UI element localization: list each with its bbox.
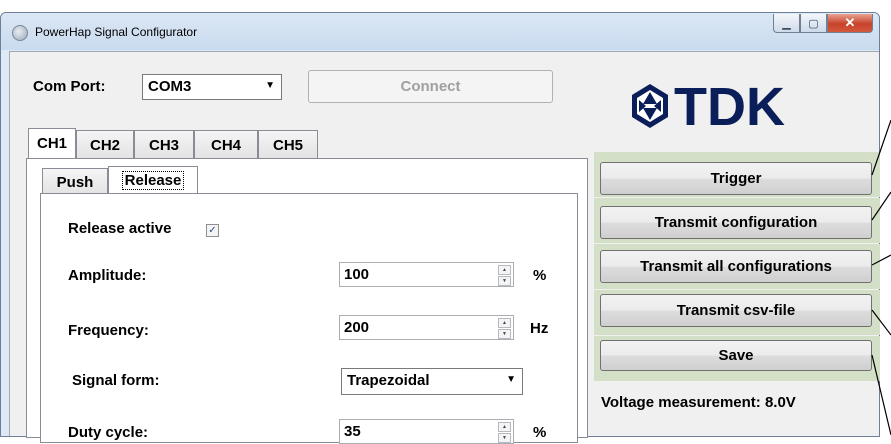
frequency-stepper[interactable]: ▲ ▼ <box>498 318 511 339</box>
connect-button[interactable]: Connect <box>308 70 553 103</box>
signal-form-label: Signal form: <box>72 372 160 389</box>
channel-tab-strip: CH1 CH2 CH3 CH4 CH5 <box>28 128 428 160</box>
com-port-label: Com Port: <box>33 78 106 95</box>
checkmark-icon: ✓ <box>208 225 217 236</box>
amplitude-label: Amplitude: <box>68 267 147 284</box>
app-icon <box>12 25 28 41</box>
arrow-up-icon[interactable]: ▲ <box>498 318 511 328</box>
com-port-select[interactable]: COM3 ▼ <box>142 74 282 100</box>
transmit-configuration-button[interactable]: Transmit configuration <box>600 206 872 239</box>
window-controls: ▁ ▢ ✕ <box>773 14 873 34</box>
save-button[interactable]: Save <box>600 340 872 371</box>
tdk-logo-text: TDK <box>674 78 785 134</box>
tab-release[interactable]: Release <box>108 166 198 194</box>
chevron-down-icon: ▼ <box>265 80 275 91</box>
amplitude-input[interactable]: 100 ▲ ▼ <box>339 262 514 287</box>
amplitude-unit: % <box>533 267 547 284</box>
trigger-button[interactable]: Trigger <box>600 162 872 195</box>
amplitude-stepper[interactable]: ▲ ▼ <box>498 265 511 286</box>
duty-cycle-label: Duty cycle: <box>68 424 149 441</box>
duty-cycle-unit: % <box>533 424 547 441</box>
tab-ch5[interactable]: CH5 <box>258 130 318 158</box>
duty-cycle-input[interactable]: 35 ▲ ▼ <box>339 419 514 444</box>
frequency-unit: Hz <box>530 320 549 337</box>
duty-cycle-stepper[interactable]: ▲ ▼ <box>498 422 511 443</box>
tab-ch1[interactable]: CH1 <box>28 128 76 158</box>
signal-form-value: Trapezoidal <box>347 372 430 389</box>
arrow-up-icon[interactable]: ▲ <box>498 265 511 275</box>
duty-cycle-value: 35 <box>344 423 361 440</box>
tdk-logo: TDK <box>632 78 785 134</box>
tab-ch2[interactable]: CH2 <box>76 130 134 158</box>
window-title: PowerHap Signal Configurator <box>35 25 198 39</box>
minimize-button[interactable]: ▁ <box>773 14 800 33</box>
release-active-label: Release active <box>68 220 172 237</box>
transmit-all-configurations-button[interactable]: Transmit all configurations <box>600 250 872 283</box>
arrow-down-icon[interactable]: ▼ <box>498 329 511 339</box>
arrow-down-icon[interactable]: ▼ <box>498 276 511 286</box>
tab-ch4[interactable]: CH4 <box>194 130 258 158</box>
maximize-button[interactable]: ▢ <box>800 14 827 33</box>
transmit-csv-file-button[interactable]: Transmit csv-file <box>600 294 872 327</box>
annotation-pointer-lines <box>871 120 891 435</box>
chevron-down-icon: ▼ <box>506 374 516 385</box>
frequency-input[interactable]: 200 ▲ ▼ <box>339 315 514 340</box>
com-port-value: COM3 <box>148 78 192 95</box>
arrow-up-icon[interactable]: ▲ <box>498 422 511 432</box>
minimize-icon: ▁ <box>782 17 791 30</box>
voltage-measurement-text: Voltage measurement: 8.0V <box>601 394 796 411</box>
signal-form-select[interactable]: Trapezoidal ▼ <box>341 368 523 395</box>
tab-release-label: Release <box>121 171 185 190</box>
close-icon: ✕ <box>844 15 856 30</box>
tab-ch3[interactable]: CH3 <box>134 130 194 158</box>
maximize-icon: ▢ <box>808 17 819 30</box>
frequency-value: 200 <box>344 319 370 336</box>
tab-push[interactable]: Push <box>42 168 108 194</box>
amplitude-value: 100 <box>344 266 370 283</box>
title-bar: PowerHap Signal Configurator ▁ ▢ ✕ <box>1 13 879 50</box>
frequency-label: Frequency: <box>68 322 149 339</box>
release-active-checkbox[interactable]: ✓ <box>206 224 219 237</box>
close-button[interactable]: ✕ <box>827 14 873 33</box>
tdk-emblem-icon <box>632 84 668 128</box>
